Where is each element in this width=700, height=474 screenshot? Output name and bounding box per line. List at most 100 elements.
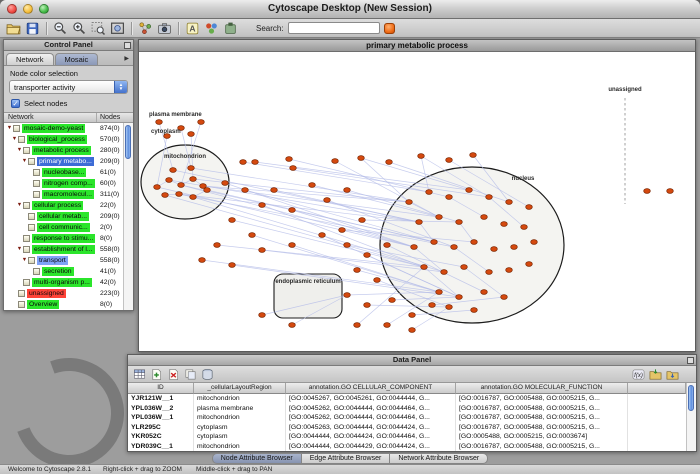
function-builder-icon[interactable]: f(x)	[632, 368, 645, 381]
network-edge[interactable]	[181, 185, 414, 247]
network-node[interactable]	[199, 258, 206, 263]
data-panel-float-button[interactable]	[687, 357, 694, 364]
tab-overflow-button[interactable]: ▶	[122, 53, 131, 65]
window-titlebar[interactable]: Cytoscape Desktop (New Session)	[0, 0, 700, 19]
open-attribute-file-icon[interactable]	[649, 368, 662, 381]
tab-network-attribute-browser[interactable]: Network Attribute Browser	[389, 453, 488, 464]
vizmapper-icon[interactable]	[204, 21, 219, 36]
tree-item[interactable]: Overview8(0)	[4, 299, 133, 310]
zoom-selected-icon[interactable]	[91, 21, 106, 36]
network-node[interactable]	[389, 298, 396, 303]
import-attributes-icon[interactable]	[201, 368, 214, 381]
first-neighbors-icon[interactable]	[138, 21, 153, 36]
search-options-button[interactable]	[384, 23, 395, 34]
network-node[interactable]	[271, 188, 278, 193]
tree-expander-icon[interactable]: ▼	[16, 200, 23, 211]
network-node[interactable]	[421, 265, 428, 270]
network-node[interactable]	[309, 183, 316, 188]
tree-header-network[interactable]: Network	[4, 113, 97, 122]
minimize-window-button[interactable]	[23, 4, 33, 14]
network-node[interactable]	[166, 178, 173, 183]
network-node[interactable]	[319, 233, 326, 238]
table-scrollbar-thumb[interactable]	[688, 385, 694, 411]
network-node[interactable]	[501, 222, 508, 227]
network-node[interactable]	[204, 188, 211, 193]
network-node[interactable]	[486, 270, 493, 275]
table-scrollbar[interactable]	[686, 383, 696, 451]
network-node[interactable]	[358, 156, 365, 161]
network-node[interactable]	[384, 243, 391, 248]
network-node[interactable]	[384, 323, 391, 328]
table-row[interactable]: YPL036W__1mitochondrion[GO:0045262, GO:0…	[128, 413, 696, 423]
network-node[interactable]	[426, 190, 433, 195]
tree-item[interactable]: ▼primary metabo...209(0)	[4, 156, 133, 167]
tree-item[interactable]: secretion41(0)	[4, 266, 133, 277]
network-node[interactable]	[409, 328, 416, 333]
network-node[interactable]	[374, 278, 381, 283]
network-node[interactable]	[344, 243, 351, 248]
tree-expander-icon[interactable]: ▼	[21, 255, 28, 266]
network-view-titlebar[interactable]: primary metabolic process	[139, 40, 695, 52]
tree-scrollbar[interactable]	[123, 123, 133, 310]
network-node[interactable]	[190, 195, 197, 200]
tab-mosaic[interactable]: Mosaic	[55, 53, 99, 65]
network-node[interactable]	[416, 220, 423, 225]
network-node[interactable]	[188, 132, 195, 137]
network-node[interactable]	[506, 200, 513, 205]
tree-item[interactable]: ▼metabolic process280(0)	[4, 145, 133, 156]
network-node[interactable]	[431, 240, 438, 245]
network-node[interactable]	[470, 153, 477, 158]
network-node[interactable]	[436, 290, 443, 295]
tree-expander-icon[interactable]: ▼	[11, 134, 18, 145]
snapshot-icon[interactable]	[157, 21, 172, 36]
network-node[interactable]	[446, 195, 453, 200]
network-node[interactable]	[667, 189, 674, 194]
tree-item[interactable]: ▼transport558(0)	[4, 255, 133, 266]
select-nodes-checkbox[interactable]	[11, 99, 20, 108]
zoom-in-icon[interactable]	[72, 21, 87, 36]
network-node[interactable]	[354, 268, 361, 273]
save-attribute-file-icon[interactable]	[666, 368, 679, 381]
network-node[interactable]	[526, 262, 533, 267]
network-node[interactable]	[481, 215, 488, 220]
table-row[interactable]: YLR295Ccytoplasm[GO:0045263, GO:0044444,…	[128, 423, 696, 433]
network-node[interactable]	[190, 177, 197, 182]
network-node[interactable]	[344, 293, 351, 298]
network-node[interactable]	[176, 192, 183, 197]
select-attributes-icon[interactable]	[133, 368, 146, 381]
create-attribute-icon[interactable]	[150, 368, 163, 381]
table-row[interactable]: YPL036W__2plasma membrane[GO:0045262, GO…	[128, 404, 696, 414]
network-node[interactable]	[511, 245, 518, 250]
table-row[interactable]: YDR039C__1mitochondrion[GO:0044444, GO:0…	[128, 442, 696, 452]
column-header[interactable]: annotation.GO MOLECULAR_FUNCTION	[456, 383, 628, 394]
column-header[interactable]: _cellularLayoutRegion	[194, 383, 286, 394]
tree-item[interactable]: ▼establishment of l...558(0)	[4, 244, 133, 255]
tree-header-nodes[interactable]: Nodes	[97, 113, 133, 122]
network-node[interactable]	[289, 323, 296, 328]
network-node[interactable]	[461, 265, 468, 270]
network-node[interactable]	[229, 218, 236, 223]
tree-item[interactable]: ▼cellular process22(0)	[4, 200, 133, 211]
tree-expander-icon[interactable]: ▼	[6, 123, 13, 134]
network-canvas[interactable]: plasma membranecytoplasmmitochondrionnuc…	[139, 52, 695, 351]
network-node[interactable]	[290, 166, 297, 171]
network-node[interactable]	[471, 308, 478, 313]
tree-item[interactable]: multi-organism p...42(0)	[4, 277, 133, 288]
network-node[interactable]	[286, 157, 293, 162]
network-node[interactable]	[364, 253, 371, 258]
tree-item[interactable]: cellular metab...209(0)	[4, 211, 133, 222]
tree-item[interactable]: ▼biological_process570(0)	[4, 134, 133, 145]
network-node[interactable]	[644, 189, 651, 194]
network-node[interactable]	[324, 198, 331, 203]
network-node[interactable]	[506, 268, 513, 273]
network-node[interactable]	[359, 218, 366, 223]
tab-network[interactable]: Network	[6, 53, 54, 65]
network-node[interactable]	[259, 203, 266, 208]
network-node[interactable]	[198, 120, 205, 125]
network-node[interactable]	[259, 248, 266, 253]
network-node[interactable]	[242, 188, 249, 193]
tree-item[interactable]: ▼mosaic-demo-yeast874(0)	[4, 123, 133, 134]
tree-item[interactable]: nitrogen comp...60(0)	[4, 178, 133, 189]
network-node[interactable]	[344, 188, 351, 193]
network-node[interactable]	[418, 154, 425, 159]
